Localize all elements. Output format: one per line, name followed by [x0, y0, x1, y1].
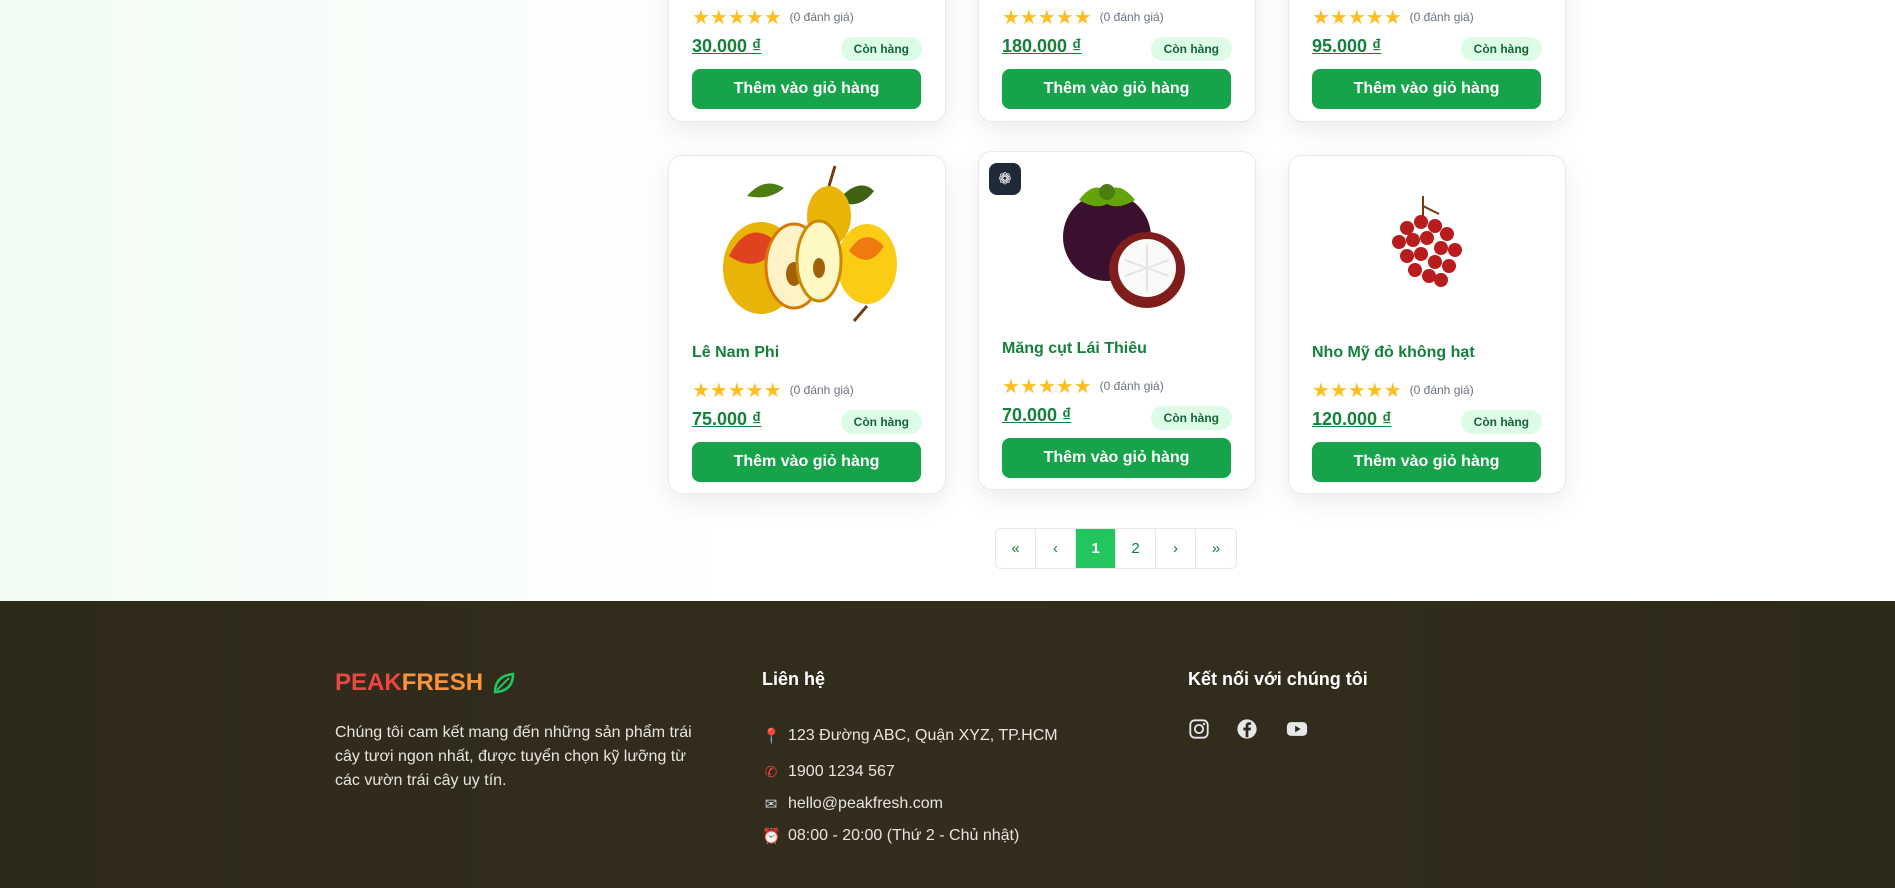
product-card[interactable]: ★★★★★ (0 đánh giá) 30.000 ₫ Còn hàng Thê…: [668, 0, 946, 122]
phone-icon: ✆: [764, 763, 778, 781]
rating: ★★★★★ (0 đánh giá): [1002, 7, 1164, 27]
brand-peak: PEAK: [335, 669, 402, 696]
mail-icon: ✉: [764, 795, 778, 813]
stock-badge: Còn hàng: [840, 37, 922, 61]
pear-image[interactable]: [669, 156, 945, 331]
rating-stars: ★★★★★: [1002, 374, 1092, 398]
rating-stars: ★★★★★: [1312, 5, 1402, 29]
contact-address: 📍 123 Đường ABC, Quận XYZ, TP.HCM: [762, 716, 1058, 756]
rating: ★★★★★ (0 đánh giá): [1312, 7, 1474, 27]
product-card[interactable]: ★★★★★ (0 đánh giá) 180.000 ₫ Còn hàng Th…: [978, 0, 1256, 122]
rating-count: (0 đánh giá): [789, 383, 854, 397]
map-pin-icon: 📍: [762, 727, 781, 745]
brain-icon[interactable]: ❁: [989, 163, 1021, 195]
rating: ★★★★★ (0 đánh giá): [1312, 380, 1474, 400]
stock-badge: Còn hàng: [1460, 37, 1542, 61]
email-text[interactable]: hello@peakfresh.com: [788, 795, 943, 813]
rating-stars: ★★★★★: [1002, 5, 1092, 29]
rating: ★★★★★ (0 đánh giá): [1002, 376, 1164, 396]
product-name[interactable]: Nho Mỹ đỏ không hạt: [1312, 344, 1475, 362]
contact-phone: ✆ 1900 1234 567: [762, 756, 1058, 788]
pagination: « ‹ 1 2 › »: [995, 528, 1237, 569]
product-price: 70.000 ₫: [1002, 405, 1072, 425]
rating: ★★★★★ (0 đánh giá): [692, 380, 854, 400]
hours-text: 08:00 - 20:00 (Thứ 2 - Chủ nhật): [788, 827, 1020, 844]
leaf-icon: [493, 672, 515, 694]
rating: ★★★★★ (0 đánh giá): [692, 7, 854, 27]
product-price: 95.000 ₫: [1312, 36, 1382, 56]
footer: PEAKFRESH Chúng tôi cam kết mang đến nhữ…: [0, 601, 1895, 888]
add-to-cart-button[interactable]: Thêm vào giỏ hàng: [1002, 438, 1231, 478]
page-2-button[interactable]: 2: [1116, 529, 1156, 568]
contact-hours: ⏰ 08:00 - 20:00 (Thứ 2 - Chủ nhật): [762, 820, 1058, 852]
rating-count: (0 đánh giá): [789, 10, 854, 24]
contact-title: Liên hệ: [762, 669, 826, 689]
red-grape-image[interactable]: [1289, 156, 1565, 331]
contact-list: 📍 123 Đường ABC, Quận XYZ, TP.HCM ✆ 1900…: [762, 716, 1058, 852]
facebook-icon[interactable]: [1236, 718, 1258, 740]
product-card[interactable]: Lê Nam Phi ★★★★★ (0 đánh giá) 75.000 ₫ C…: [668, 155, 946, 494]
rating-count: (0 đánh giá): [1409, 10, 1474, 24]
page-first-button[interactable]: «: [996, 529, 1036, 568]
page-last-button[interactable]: »: [1196, 529, 1236, 568]
address-text: 123 Đường ABC, Quận XYZ, TP.HCM: [788, 727, 1058, 744]
add-to-cart-button[interactable]: Thêm vào giỏ hàng: [692, 69, 921, 109]
stock-badge: Còn hàng: [840, 410, 922, 434]
stock-badge: Còn hàng: [1460, 410, 1542, 434]
product-price: 75.000 ₫: [692, 409, 762, 429]
alarm-clock-icon: ⏰: [762, 827, 781, 845]
product-name[interactable]: Lê Nam Phi: [692, 344, 779, 362]
instagram-icon[interactable]: [1188, 718, 1210, 740]
product-price: 120.000 ₫: [1312, 409, 1392, 429]
rating-stars: ★★★★★: [692, 5, 782, 29]
product-card[interactable]: Nho Mỹ đỏ không hạt ★★★★★ (0 đánh giá) 1…: [1288, 155, 1566, 494]
rating-count: (0 đánh giá): [1409, 383, 1474, 397]
add-to-cart-button[interactable]: Thêm vào giỏ hàng: [1312, 69, 1541, 109]
brand-fresh: FRESH: [401, 669, 484, 696]
product-grid-area: ★★★★★ (0 đánh giá) 30.000 ₫ Còn hàng Thê…: [0, 0, 1895, 601]
social-title: Kết nối với chúng tôi: [1188, 669, 1368, 689]
add-to-cart-button[interactable]: Thêm vào giỏ hàng: [692, 442, 921, 482]
social-links: [1188, 718, 1310, 740]
product-price: 30.000 ₫: [692, 36, 762, 56]
youtube-icon[interactable]: [1284, 718, 1310, 740]
rating-stars: ★★★★★: [1312, 378, 1402, 402]
add-to-cart-button[interactable]: Thêm vào giỏ hàng: [1312, 442, 1541, 482]
phone-text: 1900 1234 567: [788, 763, 895, 780]
product-card[interactable]: ★★★★★ (0 đánh giá) 95.000 ₫ Còn hàng Thê…: [1288, 0, 1566, 122]
rating-count: (0 đánh giá): [1099, 379, 1164, 393]
product-price: 180.000 ₫: [1002, 36, 1082, 56]
page-1-button[interactable]: 1: [1076, 529, 1116, 568]
contact-email: ✉ hello@peakfresh.com: [762, 788, 1058, 820]
footer-brand[interactable]: PEAKFRESH: [335, 669, 517, 697]
footer-description: Chúng tôi cam kết mang đến những sản phẩ…: [335, 724, 692, 789]
page-next-button[interactable]: ›: [1156, 529, 1196, 568]
product-card[interactable]: ❁ Măng cụt Lái Thiêu ★★★★★ (0 đánh giá) …: [978, 151, 1256, 490]
page-prev-button[interactable]: ‹: [1036, 529, 1076, 568]
add-to-cart-button[interactable]: Thêm vào giỏ hàng: [1002, 69, 1231, 109]
stock-badge: Còn hàng: [1150, 37, 1232, 61]
rating-count: (0 đánh giá): [1099, 10, 1164, 24]
rating-stars: ★★★★★: [692, 378, 782, 402]
stock-badge: Còn hàng: [1150, 406, 1232, 430]
product-name[interactable]: Măng cụt Lái Thiêu: [1002, 340, 1147, 358]
